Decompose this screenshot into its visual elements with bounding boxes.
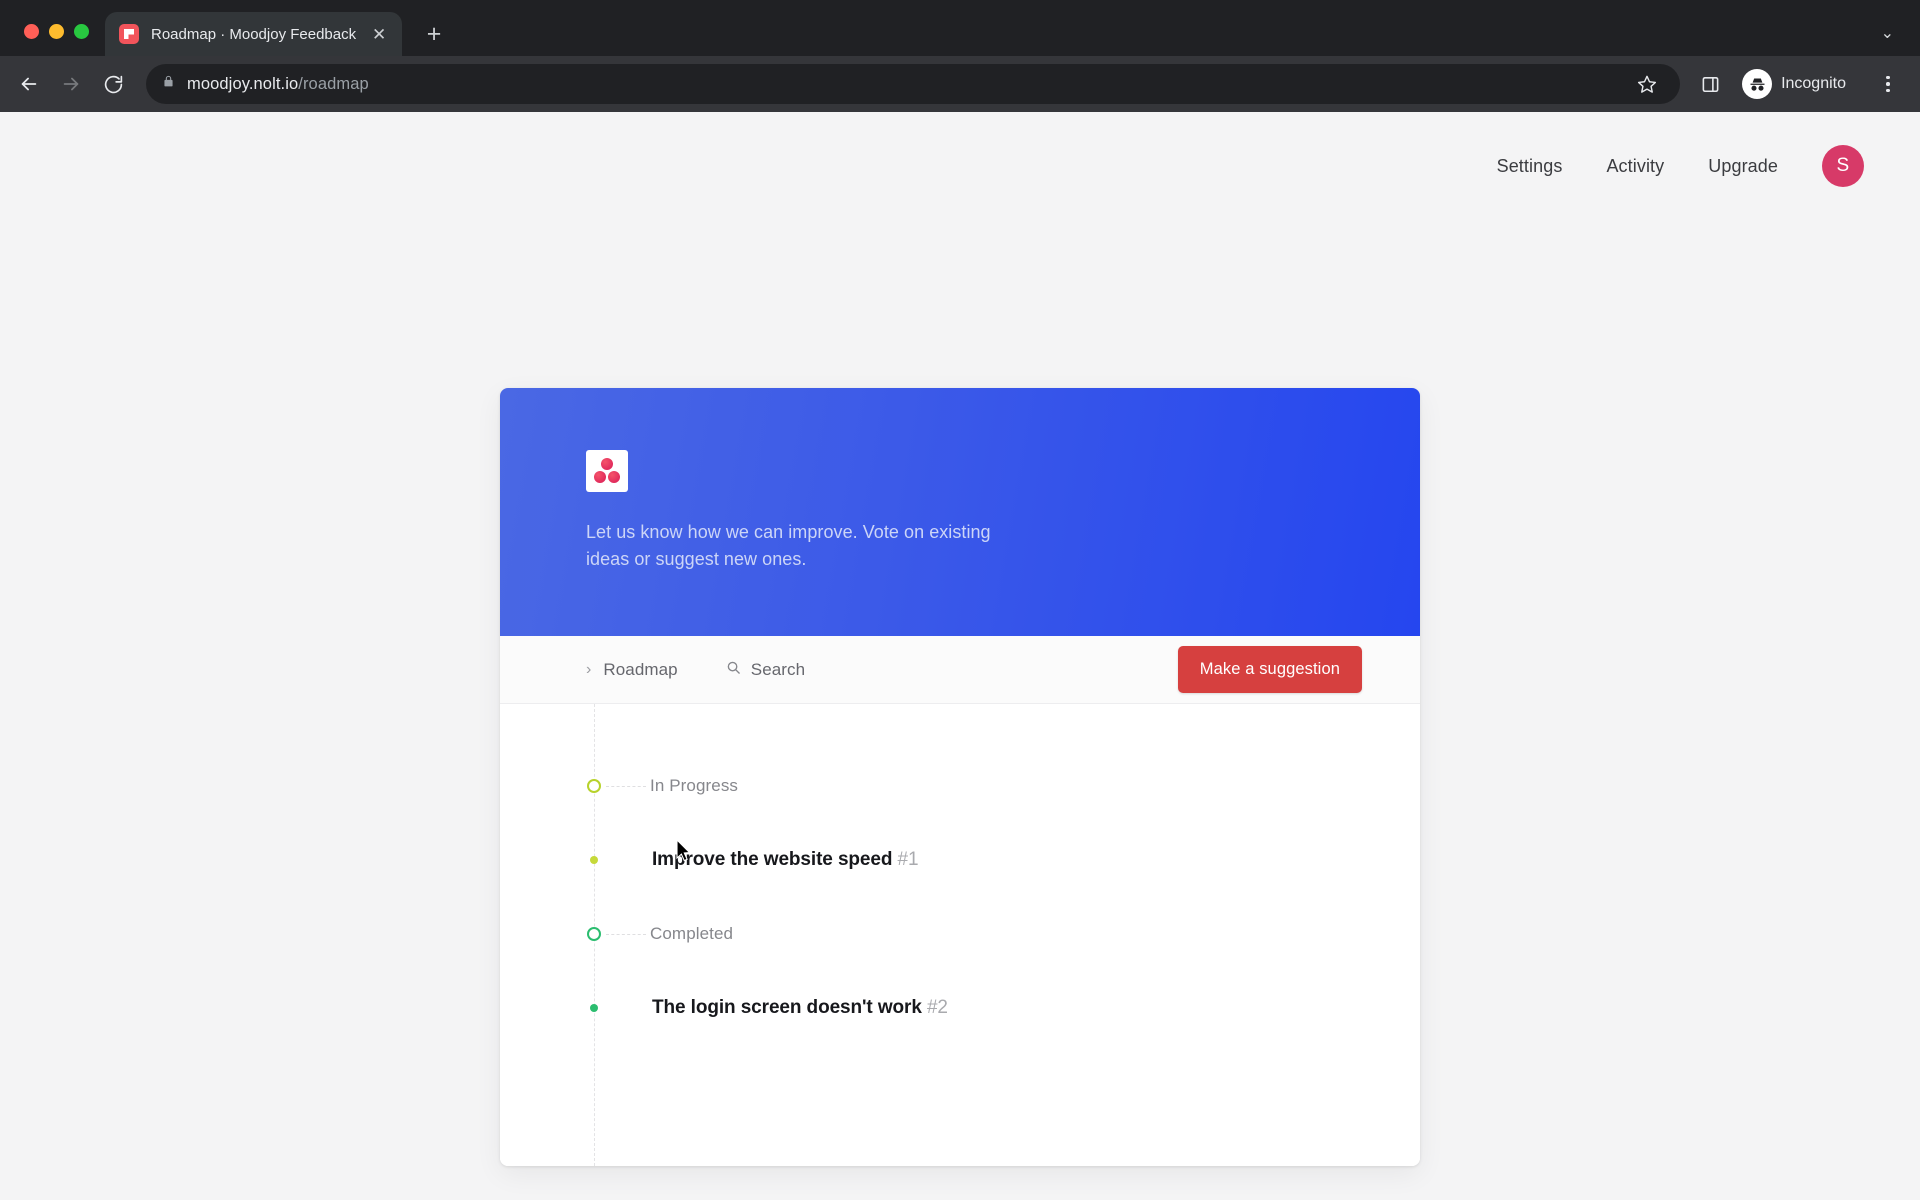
maximize-window-button[interactable] bbox=[74, 24, 89, 39]
item-number: #1 bbox=[897, 849, 919, 870]
moodjoy-logo bbox=[586, 450, 628, 492]
back-arrow-icon[interactable] bbox=[10, 65, 48, 103]
item-dot-icon bbox=[590, 1004, 598, 1012]
item-number: #2 bbox=[926, 997, 948, 1018]
profile-incognito-button[interactable]: Incognito bbox=[1738, 65, 1860, 103]
three-dot-menu-icon[interactable] bbox=[1870, 66, 1906, 102]
site-top-nav: Settings Activity Upgrade S bbox=[0, 112, 1920, 220]
feedback-board-card: Let us know how we can improve. Vote on … bbox=[500, 388, 1420, 1166]
close-window-button[interactable] bbox=[24, 24, 39, 39]
make-a-suggestion-button[interactable]: Make a suggestion bbox=[1177, 646, 1362, 693]
tab-strip-right: ⌄ bbox=[1881, 26, 1920, 56]
search-icon bbox=[726, 660, 741, 680]
status-marker-in-progress bbox=[587, 779, 601, 793]
item-dot-icon bbox=[590, 856, 598, 864]
list-item[interactable]: The login screen doesn't work #2 bbox=[500, 996, 1420, 1020]
breadcrumb[interactable]: › Roadmap bbox=[586, 660, 678, 680]
timeline-connector bbox=[606, 786, 646, 787]
window-traffic-lights bbox=[0, 24, 105, 56]
url-path: /roadmap bbox=[298, 74, 369, 93]
minimize-window-button[interactable] bbox=[49, 24, 64, 39]
list-item[interactable]: Improve the website speed #1 bbox=[500, 848, 1420, 872]
moodjoy-favicon bbox=[119, 24, 139, 44]
address-bar-actions bbox=[1628, 65, 1666, 103]
address-bar-url: moodjoy.nolt.io/roadmap bbox=[187, 75, 369, 94]
side-panel-icon[interactable] bbox=[1692, 66, 1728, 102]
tab-title: Roadmap · Moodjoy Feedback bbox=[151, 25, 357, 43]
mouse-cursor bbox=[676, 839, 691, 862]
url-domain: moodjoy.nolt.io bbox=[187, 74, 299, 93]
chevron-down-icon[interactable]: ⌄ bbox=[1881, 26, 1894, 42]
avatar[interactable]: S bbox=[1822, 145, 1864, 187]
board-hero: Let us know how we can improve. Vote on … bbox=[500, 388, 1420, 636]
search-control[interactable]: Search bbox=[726, 660, 805, 680]
address-bar[interactable]: moodjoy.nolt.io/roadmap bbox=[146, 64, 1681, 104]
status-marker-completed bbox=[587, 927, 601, 941]
timeline-section-in-progress: In Progress bbox=[500, 774, 1420, 798]
browser-tab[interactable]: Roadmap · Moodjoy Feedback ✕ bbox=[105, 12, 403, 56]
star-icon[interactable] bbox=[1628, 65, 1666, 103]
section-label-in-progress: In Progress bbox=[650, 776, 739, 795]
timeline-connector bbox=[606, 934, 646, 935]
browser-toolbar: moodjoy.nolt.io/roadmap Incognito bbox=[0, 56, 1920, 112]
profile-label: Incognito bbox=[1781, 75, 1846, 92]
search-label: Search bbox=[750, 659, 806, 679]
new-tab-button[interactable]: + bbox=[416, 16, 452, 52]
incognito-icon bbox=[1742, 69, 1773, 99]
roadmap-item-title: The login screen doesn't work #2 bbox=[652, 997, 948, 1019]
forward-arrow-icon[interactable] bbox=[52, 65, 90, 103]
breadcrumb-label: Roadmap bbox=[603, 659, 678, 679]
close-icon[interactable]: ✕ bbox=[368, 23, 390, 45]
reload-icon[interactable] bbox=[94, 65, 132, 103]
section-label-completed: Completed bbox=[650, 924, 734, 943]
board-description: Let us know how we can improve. Vote on … bbox=[586, 522, 991, 569]
timeline-section-completed: Completed bbox=[500, 922, 1420, 946]
browser-window: Roadmap · Moodjoy Feedback ✕ + ⌄ moodjoy… bbox=[0, 0, 1920, 1200]
chevron-right-icon: › bbox=[586, 660, 592, 678]
item-title-text: The login screen doesn't work bbox=[652, 997, 922, 1018]
board-toolbar: › Roadmap Search Make a suggestion bbox=[500, 636, 1420, 704]
nav-link-upgrade[interactable]: Upgrade bbox=[1686, 146, 1800, 187]
roadmap-timeline: In Progress Improve the website speed #1… bbox=[500, 704, 1420, 1166]
tab-strip: Roadmap · Moodjoy Feedback ✕ + ⌄ bbox=[0, 0, 1920, 56]
lock-icon bbox=[162, 74, 175, 94]
nav-link-settings[interactable]: Settings bbox=[1475, 146, 1585, 187]
page-viewport: Settings Activity Upgrade S Let us know … bbox=[0, 112, 1920, 1200]
nav-link-activity[interactable]: Activity bbox=[1584, 146, 1686, 187]
